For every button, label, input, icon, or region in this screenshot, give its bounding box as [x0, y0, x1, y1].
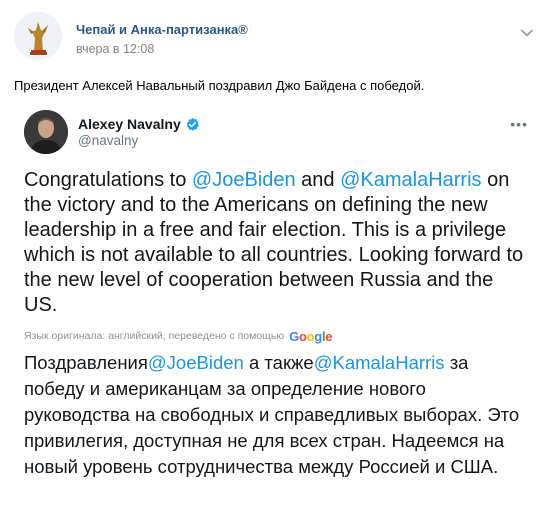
translation-mention-kamalaharris[interactable]: @KamalaHarris: [314, 352, 445, 373]
tweet-translation: Поздравления@JoeBiden а также@KamalaHarr…: [24, 350, 534, 480]
translation-text-1: Поздравления: [24, 352, 148, 373]
tweet-body-text-1: Congratulations to: [24, 169, 192, 191]
google-logo: Google: [289, 328, 333, 344]
post-header: Чепай и Анка-партизанка® вчера в 12:08: [14, 12, 536, 60]
tweet-avatar[interactable]: [24, 110, 68, 154]
mention-kamalaharris[interactable]: @KamalaHarris: [340, 169, 481, 191]
tweet-name[interactable]: Alexey Navalny: [78, 116, 181, 132]
translation-note: Язык оригинала: английский, переведено с…: [24, 330, 285, 342]
translation-mention-joebiden[interactable]: @JoeBiden: [148, 352, 244, 373]
translation-text-2: а также: [243, 352, 314, 373]
chevron-down-icon[interactable]: [518, 24, 536, 42]
tweet-body: Congratulations to @JoeBiden and @Kamala…: [24, 168, 530, 318]
mention-joebiden[interactable]: @JoeBiden: [192, 169, 296, 191]
tweet-handle[interactable]: @navalny: [78, 133, 138, 148]
tweet-card: Alexey Navalny @navalny ••• Congratulati…: [14, 102, 536, 526]
verified-badge-icon: [185, 117, 200, 132]
translation-note-row: Язык оригинала: английский, переведено с…: [24, 328, 333, 344]
tweet-name-row: Alexey Navalny: [78, 115, 200, 133]
statue-avatar-image: [14, 12, 62, 60]
post-time[interactable]: вчера в 12:08: [76, 42, 154, 56]
post: Чепай и Анка-партизанка® вчера в 12:08 П…: [0, 0, 550, 526]
post-text: Президент Алексей Навальный поздравил Дж…: [14, 78, 425, 93]
tweet-body-text-2: and: [295, 169, 341, 191]
more-dots-icon[interactable]: •••: [510, 116, 528, 132]
tweet-body-text-3: on the victory and to the Americans on d…: [24, 169, 524, 316]
person-avatar-image: [24, 110, 68, 154]
author-link[interactable]: Чепай и Анка-партизанка®: [76, 22, 248, 37]
avatar[interactable]: [14, 12, 62, 60]
